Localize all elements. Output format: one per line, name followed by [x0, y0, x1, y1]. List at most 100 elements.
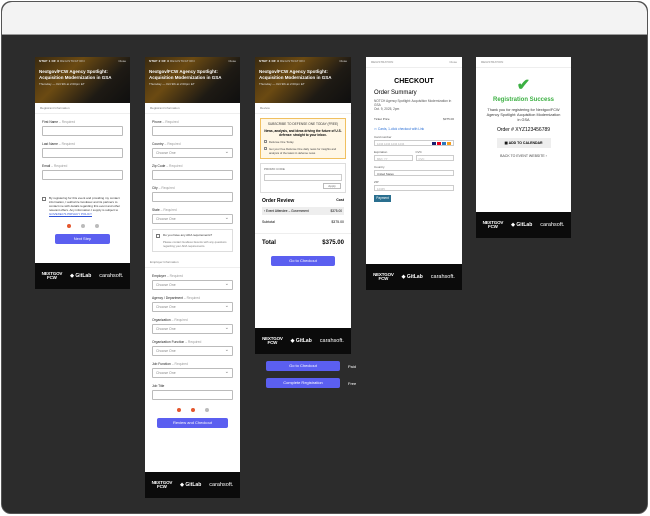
ticket-price-label: Ticket Price — [374, 117, 390, 121]
annotation-paid-label: Paid — [348, 364, 357, 369]
card-number-input[interactable]: 1234 1234 1234 1234 — [374, 140, 454, 146]
total-label: Total — [262, 240, 276, 246]
window-titlebar — [2, 2, 647, 35]
ada-subtext: Please contact GovExec Events with any q… — [163, 240, 227, 248]
review-checkout-button[interactable]: Review and Checkout — [157, 418, 228, 428]
step-dot-2 — [80, 224, 85, 228]
step-dot-2 — [190, 408, 195, 412]
phone-input[interactable] — [152, 126, 233, 136]
calendar-icon: ▦ — [504, 141, 508, 145]
ada-checkbox[interactable] — [156, 234, 160, 238]
step-dot-1 — [66, 224, 71, 228]
cost-heading: Cost — [336, 198, 344, 202]
job-title-input[interactable] — [152, 390, 233, 400]
sponsor-footer: NEXTGOV FCW ◆ GitLab carahsoft. — [145, 472, 240, 498]
close-link[interactable]: Close — [228, 59, 236, 63]
expiration-input[interactable]: MM / YY — [374, 155, 413, 161]
screen-step-3: STEP 3 OF 3 REGISTRATION Close Nextgov/F… — [255, 57, 351, 354]
add-to-calendar-button[interactable]: ▦ ADD TO CALENDAR — [496, 138, 551, 148]
cvc-input[interactable]: CVC — [415, 155, 454, 161]
org-function-label: Organization Function — [152, 340, 185, 344]
apply-button[interactable]: Apply — [323, 183, 341, 189]
promo-checkbox-1[interactable] — [264, 140, 267, 143]
step-dots — [145, 408, 240, 412]
annotation-complete-registration-button[interactable]: Complete Registration — [266, 378, 340, 388]
chevron-right-icon: › — [545, 154, 547, 158]
step-indicator: STEP 3 OF 3 — [259, 59, 279, 63]
chevron-icon: › — [264, 209, 266, 213]
nextgov-logo: NEXTGOV FCW — [262, 335, 283, 345]
check-icon: ✔ — [516, 77, 531, 94]
close-link[interactable]: Close — [118, 59, 126, 63]
cvc-label: CVC — [415, 150, 422, 154]
nextgov-logo: NEXTGOV FCW — [373, 271, 394, 281]
employer-select[interactable]: Choose One — [152, 280, 233, 290]
checkout-event-date: Oct. 9, 2025, 2pm — [374, 107, 400, 111]
org-function-select[interactable]: Choose One — [152, 346, 233, 356]
email-input[interactable] — [42, 170, 123, 180]
zip-input[interactable] — [152, 170, 233, 180]
annotation-free-label: Free — [348, 381, 357, 386]
job-function-label: Job Function — [152, 362, 171, 366]
app-window: STEP 1 OF 3 REGISTRATION Close Nextgov/F… — [1, 1, 648, 514]
gitlab-icon: ◆ — [401, 274, 406, 280]
next-step-button[interactable]: Next Step — [55, 234, 110, 244]
payment-button[interactable]: Payment — [374, 195, 391, 202]
country-select[interactable]: Choose One — [152, 148, 233, 158]
agency-label: Agency / Department — [152, 296, 183, 300]
job-title-label: Job Title — [152, 384, 165, 388]
phone-label: Phone — [152, 120, 162, 124]
step-dot-3 — [94, 224, 99, 228]
close-link[interactable]: Close — [339, 59, 347, 63]
card-toggle[interactable]: ▭ Cards, 1-click checkout with Link — [366, 127, 462, 131]
back-to-event-link[interactable]: BACK TO EVENT WEBSITE › — [476, 154, 571, 158]
event-date: Thursday — Oct 9th at 2:00pm ET — [259, 82, 305, 86]
event-title: Nextgov/FCW Agency Spotlight: Acquisitio… — [149, 69, 222, 80]
sponsor-footer: NEXTGOV FCW ◆ GitLab carahsoft. — [476, 212, 571, 238]
nextgov-logo: NEXTGOV FCW — [482, 219, 504, 229]
first-name-label: First Name — [42, 120, 59, 124]
email-label: Email — [42, 164, 51, 168]
event-title: Nextgov/FCW Agency Spotlight: Acquisitio… — [259, 69, 332, 80]
order-number: Order # XYZ123456789 — [496, 127, 551, 133]
consent-checkbox[interactable] — [42, 197, 46, 201]
subtotal-value: $375.00 — [331, 220, 344, 224]
promo-code-box: PROMO CODE Apply — [260, 163, 346, 193]
carahsoft-logo: carahsoft. — [319, 338, 344, 344]
design-canvas: STEP 1 OF 3 REGISTRATION Close Nextgov/F… — [2, 36, 647, 513]
carahsoft-logo: carahsoft. — [430, 274, 455, 280]
sponsor-footer: NEXTGOV FCW ◆ GitLab carahsoft. — [35, 263, 130, 289]
zip-label: ZIP — [374, 180, 379, 184]
go-to-checkout-button[interactable]: Go to Checkout — [271, 256, 335, 266]
country-select[interactable]: United States — [374, 170, 454, 176]
gitlab-icon: ◆ — [180, 482, 185, 488]
expiration-label: Expiration — [374, 150, 388, 154]
organization-label: Organization — [152, 318, 171, 322]
promo-option-2: Get your free Defense One daily news for… — [269, 147, 337, 155]
promo-checkbox-2[interactable] — [264, 147, 267, 150]
close-link[interactable]: Close — [449, 60, 457, 64]
ada-label: Do you have any ADA requirements? — [163, 233, 213, 237]
zip-input[interactable]: 12345 — [374, 185, 454, 191]
event-title: Nextgov/FCW Agency Spotlight: Acquisitio… — [39, 69, 112, 80]
last-name-input[interactable] — [42, 148, 123, 158]
city-input[interactable] — [152, 192, 233, 202]
organization-select[interactable]: Choose One — [152, 324, 233, 334]
header-label: REGISTRATION — [476, 57, 571, 68]
checkout-event-name: NOTCH Agency Spotlight: Acquisition Mode… — [374, 99, 452, 107]
first-name-input[interactable] — [42, 126, 123, 136]
gitlab-icon: ◆ — [511, 222, 516, 228]
promo-code-input[interactable] — [264, 174, 342, 181]
step-dots — [35, 224, 130, 228]
job-function-select[interactable]: Choose One — [152, 368, 233, 378]
consent-row: By registering for this event and provid… — [35, 196, 130, 216]
state-select[interactable]: Choose One — [152, 214, 233, 224]
promo-text: News, analysis, and ideas driving the fu… — [264, 129, 342, 137]
sponsor-footer: NEXTGOV FCW ◆ GitLab carahsoft. — [255, 328, 351, 354]
ada-box: Do you have any ADA requirements? Please… — [152, 229, 233, 252]
card-number-label: Card number — [374, 135, 392, 139]
privacy-policy-link[interactable]: GOVEXEC'S PRIVACY POLICY — [49, 212, 92, 216]
agency-select[interactable]: Choose One — [152, 302, 233, 312]
nextgov-logo: NEXTGOV FCW — [151, 479, 173, 489]
annotation-checkout-button[interactable]: Go to Checkout — [266, 361, 340, 371]
